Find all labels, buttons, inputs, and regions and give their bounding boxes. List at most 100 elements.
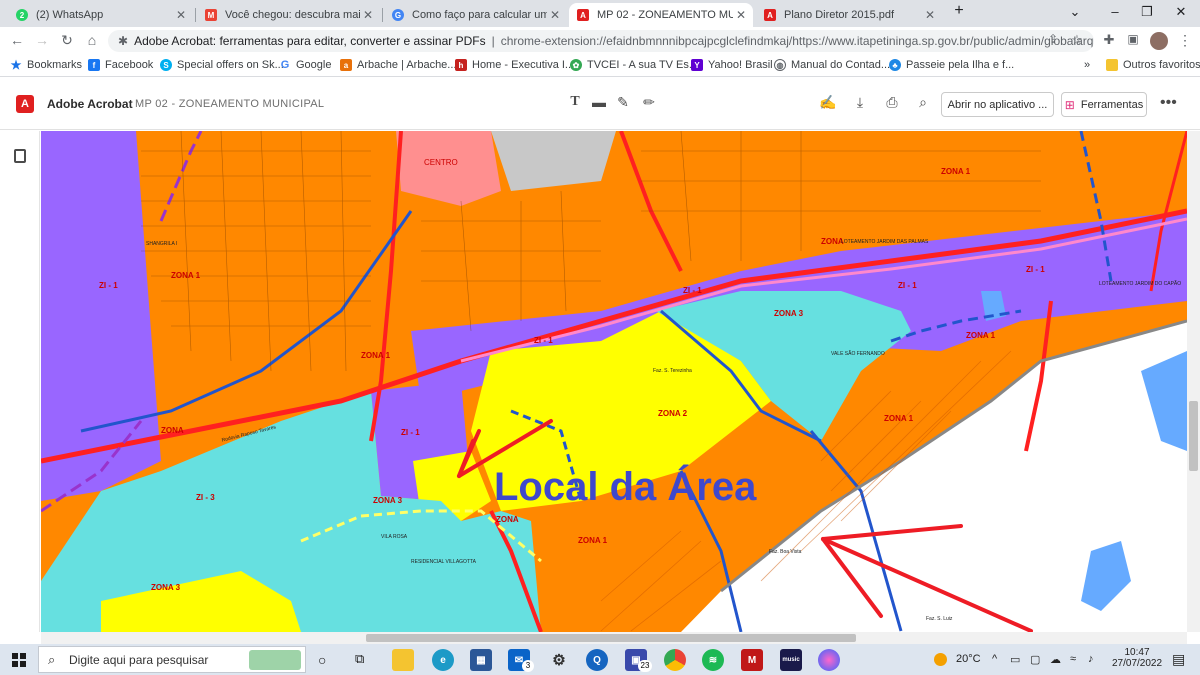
file-explorer-icon[interactable] [392, 649, 414, 671]
restore-button[interactable]: ❐ [1132, 4, 1162, 20]
sidebar-icon[interactable]: ▣ [1124, 32, 1142, 46]
tab-zoneamento-active[interactable]: A MP 02 - ZONEAMENTO MUNICIP ✕ [569, 3, 753, 27]
more-options-icon[interactable]: ••• [1160, 94, 1177, 112]
cloud-icon[interactable]: ☁ [1050, 653, 1061, 666]
forward-icon[interactable]: → [33, 32, 51, 48]
zone-label: ZONA 1 [171, 271, 201, 280]
highlight-icon[interactable]: ✎ [613, 94, 633, 114]
share-icon[interactable]: ⇪ [1044, 32, 1062, 46]
amazon-music-icon[interactable]: music [780, 649, 802, 671]
draw-icon[interactable]: ✏ [639, 94, 659, 114]
tab-whatsapp[interactable]: 2 (2) WhatsApp ✕ [8, 3, 193, 27]
open-in-app-button[interactable]: Abrir no aplicativo ... [941, 92, 1054, 117]
cortana-icon[interactable]: ○ [318, 652, 326, 668]
zone-label: ZONA 3 [151, 583, 181, 592]
tray-chevron-icon[interactable]: ^ [992, 653, 997, 665]
pdf-viewer[interactable]: ZI - 1 ZONA 1 ZONA 1 ZI - 1 ZI - 1 ZONA … [41, 131, 1187, 632]
mcafee-icon[interactable]: M [741, 649, 763, 671]
search-icon[interactable]: ⌕ [913, 94, 933, 114]
settings-icon[interactable]: ⚙ [548, 649, 570, 671]
taskbar-search-input[interactable]: ⌕ Digite aqui para pesquisar [38, 646, 306, 673]
scroll-thumb[interactable] [1189, 401, 1198, 471]
bookmark-item[interactable]: S Special offers on Sk... [160, 59, 284, 71]
volume-icon[interactable]: ♪ [1088, 653, 1094, 665]
chrome-icon[interactable] [664, 649, 686, 671]
place-label: LOTEAMENTO JARDIM DO CAPÃO [1099, 281, 1182, 287]
sign-icon[interactable]: ✍ [818, 94, 838, 114]
back-icon[interactable]: ← [8, 32, 26, 48]
tab-title: (2) WhatsApp [36, 9, 104, 21]
zoning-map[interactable] [41, 131, 1187, 632]
app-name: Adobe Acrobat [47, 97, 133, 111]
search-app-icon[interactable]: Q [586, 649, 608, 671]
new-tab-button[interactable]: + [944, 2, 974, 20]
clock[interactable]: 10:47 27/07/2022 [1112, 647, 1162, 669]
weather-temp[interactable]: 20°C [956, 653, 981, 665]
bookmark-star-icon[interactable]: ☆ [1068, 32, 1086, 48]
bookmark-item[interactable]: ◍ Manual do Contad... [774, 59, 890, 71]
home-icon[interactable]: ⌂ [83, 32, 101, 48]
weather-icon[interactable] [934, 653, 947, 666]
task-view-icon[interactable]: ⧉ [355, 651, 364, 667]
gmail-icon: M [205, 9, 217, 21]
reload-icon[interactable]: ↻ [58, 32, 76, 49]
bookmark-item[interactable]: ★ Bookmarks [10, 58, 82, 72]
tab-title: MP 02 - ZONEAMENTO MUNICIP [597, 9, 733, 21]
spotify-icon[interactable]: ≋ [702, 649, 724, 671]
place-label: Faz. S. Luiz [926, 616, 953, 622]
date-text: 27/07/2022 [1112, 658, 1163, 669]
store-icon[interactable]: ▦ [470, 649, 492, 671]
windows-start-icon[interactable] [12, 653, 26, 667]
avatar[interactable] [1150, 32, 1168, 50]
battery-icon[interactable]: ▭ [1010, 653, 1020, 666]
tab-title: Como faço para calcular uma áre [412, 9, 547, 21]
close-window-button[interactable]: ✕ [1166, 4, 1196, 20]
bookmark-item[interactable]: Y Yahoo! Brasil [691, 59, 773, 71]
close-icon[interactable]: ✕ [922, 8, 938, 22]
notifications-icon[interactable]: ▤ [1172, 651, 1185, 668]
zone-label: ZONA [161, 426, 184, 435]
address-bar[interactable]: ✱ Adobe Acrobat: ferramentas para editar… [108, 30, 1094, 52]
edge-icon[interactable]: e [432, 649, 454, 671]
bookmark-item[interactable]: ✿ TVCEI - A sua TV Es... [570, 59, 698, 71]
wifi-icon[interactable]: ≈ [1070, 653, 1076, 665]
close-icon[interactable]: ✕ [547, 8, 563, 22]
bookmarks-overflow-button[interactable]: » [1084, 59, 1090, 71]
skype-icon: S [160, 59, 172, 71]
print-icon[interactable]: ⎙ [882, 94, 902, 114]
extension-icon: ✱ [118, 34, 129, 48]
extensions-icon[interactable]: ✚ [1100, 32, 1118, 48]
tab-google-search[interactable]: G Como faço para calcular uma áre ✕ [384, 3, 567, 27]
tools-button[interactable]: ⊞ Ferramentas [1061, 92, 1147, 117]
other-favorites-folder[interactable]: Outros favoritos [1106, 59, 1200, 71]
tab-gmail[interactable]: M Você chegou: descubra mais mú ✕ [197, 3, 380, 27]
close-icon[interactable]: ✕ [173, 8, 189, 22]
zone-label: ZI - 1 [401, 428, 420, 437]
pages-thumbnail-icon[interactable] [14, 149, 26, 163]
add-text-icon[interactable]: T [565, 94, 585, 114]
bookmark-item[interactable]: h Home - Executiva I... [455, 59, 574, 71]
close-icon[interactable]: ✕ [733, 8, 749, 22]
facebook-icon: f [88, 59, 100, 71]
bookmark-item[interactable]: a Arbache | Arbache... [340, 59, 456, 71]
close-icon[interactable]: ✕ [360, 8, 376, 22]
globe-icon: ◍ [774, 59, 786, 71]
notification-badge: 23 [638, 660, 652, 672]
download-icon[interactable]: ⤓ [850, 94, 870, 114]
menu-icon[interactable]: ⋮ [1176, 32, 1194, 49]
tab-plano-diretor[interactable]: A Plano Diretor 2015.pdf ✕ [756, 3, 942, 27]
comment-icon[interactable]: ▬ [589, 94, 609, 114]
bookmark-item[interactable]: f Facebook [88, 59, 153, 71]
minimize-button[interactable]: – [1100, 4, 1130, 19]
bookmark-item[interactable]: G Google [279, 59, 332, 71]
search-highlight-icon [249, 650, 301, 670]
scroll-thumb[interactable] [366, 634, 856, 642]
bookmark-item[interactable]: ♣ Passeie pela Ilha e f... [889, 59, 1014, 71]
meet-now-icon[interactable]: ▢ [1030, 653, 1040, 666]
app-icon[interactable] [818, 649, 840, 671]
tab-search-button[interactable]: ⌄ [1060, 4, 1090, 20]
tab-title: Plano Diretor 2015.pdf [784, 9, 895, 21]
vertical-scrollbar[interactable] [1187, 131, 1200, 632]
tab-strip: 2 (2) WhatsApp ✕ M Você chegou: descubra… [0, 0, 1200, 27]
horizontal-scrollbar[interactable] [41, 632, 1187, 644]
